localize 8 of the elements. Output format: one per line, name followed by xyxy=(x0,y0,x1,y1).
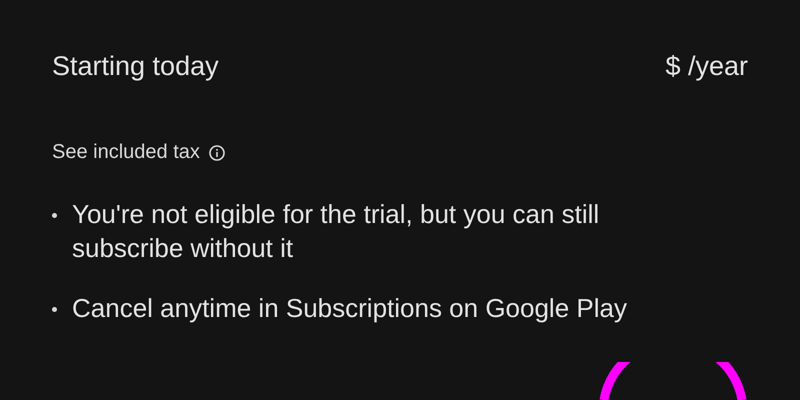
info-icon[interactable] xyxy=(208,144,226,162)
bullet-text: Cancel anytime in Subscriptions on Google Play xyxy=(72,292,628,325)
tax-link[interactable]: See included tax xyxy=(52,141,200,164)
price-label: Starting today xyxy=(52,50,219,83)
bullet-icon xyxy=(52,307,57,312)
bullet-text: You're not eligible for the trial, but you can still subscribe without it xyxy=(72,198,600,265)
price-text: $ /year xyxy=(665,50,748,83)
bullet-icon xyxy=(52,213,57,218)
